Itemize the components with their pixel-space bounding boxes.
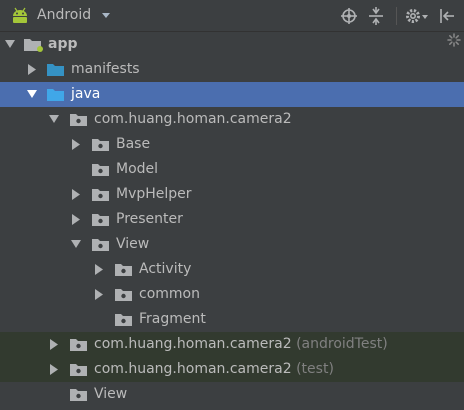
tree-node-fragment[interactable]: Fragment	[0, 307, 464, 332]
expanded-arrow-icon[interactable]	[70, 232, 82, 257]
tree-node-java[interactable]: java	[0, 82, 464, 107]
expanded-arrow-icon[interactable]	[4, 32, 16, 57]
tree-node-manifests[interactable]: manifests	[0, 57, 464, 82]
collapsed-arrow-icon[interactable]	[26, 57, 38, 82]
package-name: com.huang.homan.camera2	[94, 361, 292, 377]
expanded-arrow-icon[interactable]	[26, 82, 38, 107]
tree-node-view[interactable]: View	[0, 232, 464, 257]
collapse-all-icon[interactable]	[366, 6, 386, 26]
tree-label-view: View	[116, 236, 150, 252]
tree-label-view-bottom: View	[94, 386, 128, 402]
tree-node-package-android-test[interactable]: com.huang.homan.camera2 (androidTest)	[0, 332, 464, 357]
tree-node-activity[interactable]: Activity	[0, 257, 464, 282]
tree-node-package-main[interactable]: com.huang.homan.camera2	[0, 107, 464, 132]
tree-label-common: common	[139, 286, 200, 302]
tree-label-activity: Activity	[139, 261, 192, 277]
tree-label-presenter: Presenter	[116, 211, 183, 227]
collapsed-arrow-icon[interactable]	[93, 257, 105, 282]
tree-node-model[interactable]: Model	[0, 157, 464, 182]
package-icon	[92, 189, 109, 201]
collapsed-arrow-icon[interactable]	[70, 207, 82, 232]
source-set-suffix: (test)	[296, 361, 334, 377]
package-icon	[70, 339, 87, 351]
tree-label-package-main: com.huang.homan.camera2	[94, 111, 292, 127]
tree-label-package-test: com.huang.homan.camera2 (test)	[94, 360, 334, 379]
expanded-arrow-icon[interactable]	[48, 107, 60, 132]
package-icon	[115, 314, 132, 326]
toolbar-separator	[396, 7, 397, 25]
tree-node-common[interactable]: common	[0, 282, 464, 307]
tree-node-base[interactable]: Base	[0, 132, 464, 157]
settings-icon[interactable]	[403, 6, 429, 26]
package-icon	[92, 139, 109, 151]
tree-node-app[interactable]: app	[0, 32, 464, 57]
hide-panel-icon[interactable]	[437, 6, 457, 26]
package-icon	[70, 389, 87, 401]
package-name: com.huang.homan.camera2	[94, 336, 292, 352]
module-folder-icon	[24, 39, 43, 52]
tree-label-model: Model	[116, 161, 159, 177]
tree-label-java: java	[71, 86, 101, 102]
project-tree: app manifests java com.huang.homan.camer…	[0, 32, 464, 410]
package-icon	[70, 114, 87, 126]
tree-label-package-android-test: com.huang.homan.camera2 (androidTest)	[94, 335, 388, 354]
tree-label-manifests: manifests	[71, 61, 140, 77]
tree-node-package-test[interactable]: com.huang.homan.camera2 (test)	[0, 357, 464, 382]
view-selector-label[interactable]: Android	[37, 7, 91, 23]
tree-label-fragment: Fragment	[139, 311, 206, 327]
tree-label-app: app	[48, 36, 78, 52]
source-folder-icon	[47, 64, 64, 76]
tree-node-view-bottom[interactable]: View	[0, 382, 464, 407]
project-toolbar: Android	[0, 0, 464, 32]
collapsed-arrow-icon[interactable]	[48, 332, 60, 357]
package-icon	[115, 264, 132, 276]
package-icon	[92, 239, 109, 251]
package-icon	[92, 214, 109, 226]
collapsed-arrow-icon[interactable]	[70, 132, 82, 157]
dropdown-arrow-icon[interactable]	[100, 7, 112, 23]
tree-node-presenter[interactable]: Presenter	[0, 207, 464, 232]
android-icon	[13, 7, 27, 23]
tree-label-mvphelper: MvpHelper	[116, 186, 192, 202]
package-icon	[70, 364, 87, 376]
locate-icon[interactable]	[339, 6, 359, 26]
loading-spinner-icon	[447, 33, 461, 47]
package-icon	[115, 289, 132, 301]
tree-label-base: Base	[116, 136, 151, 152]
package-icon	[92, 164, 109, 176]
source-set-suffix: (androidTest)	[296, 336, 388, 352]
source-folder-icon	[47, 89, 64, 101]
tree-node-mvphelper[interactable]: MvpHelper	[0, 182, 464, 207]
collapsed-arrow-icon[interactable]	[70, 182, 82, 207]
collapsed-arrow-icon[interactable]	[48, 357, 60, 382]
collapsed-arrow-icon[interactable]	[93, 282, 105, 307]
